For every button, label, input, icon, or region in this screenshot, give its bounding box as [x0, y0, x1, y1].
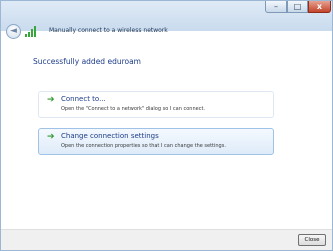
back-button[interactable]: ◄ [6, 24, 21, 39]
change-connection-settings-option[interactable]: ➔ Change connection settings Open the co… [38, 128, 274, 155]
page-title: Successfully added eduroam [33, 57, 141, 66]
wireless-network-icon [25, 26, 37, 37]
green-arrow-icon: ➔ [47, 132, 55, 142]
green-arrow-icon: ➔ [47, 95, 55, 105]
wizard-header: ◄ Manually connect to a wireless network [1, 23, 332, 41]
change-settings-label: Change connection settings [61, 132, 159, 140]
dialog-footer: Close [1, 229, 332, 250]
dialog-window: – □ x ◄ Manually connect to a wireless n… [0, 0, 333, 251]
title-bar: – □ x [1, 1, 332, 15]
close-window-button[interactable]: x [308, 1, 331, 13]
close-button[interactable]: Close [298, 234, 326, 246]
header-title: Manually connect to a wireless network [49, 27, 168, 34]
connect-to-option[interactable]: ➔ Connect to... Open the "Connect to a n… [38, 91, 274, 118]
connect-to-description: Open the "Connect to a network" dialog s… [61, 106, 206, 112]
change-settings-description: Open the connection properties so that I… [61, 143, 226, 149]
minimize-button[interactable]: – [265, 1, 287, 13]
maximize-button[interactable]: □ [287, 1, 308, 13]
connect-to-label: Connect to... [61, 95, 106, 103]
